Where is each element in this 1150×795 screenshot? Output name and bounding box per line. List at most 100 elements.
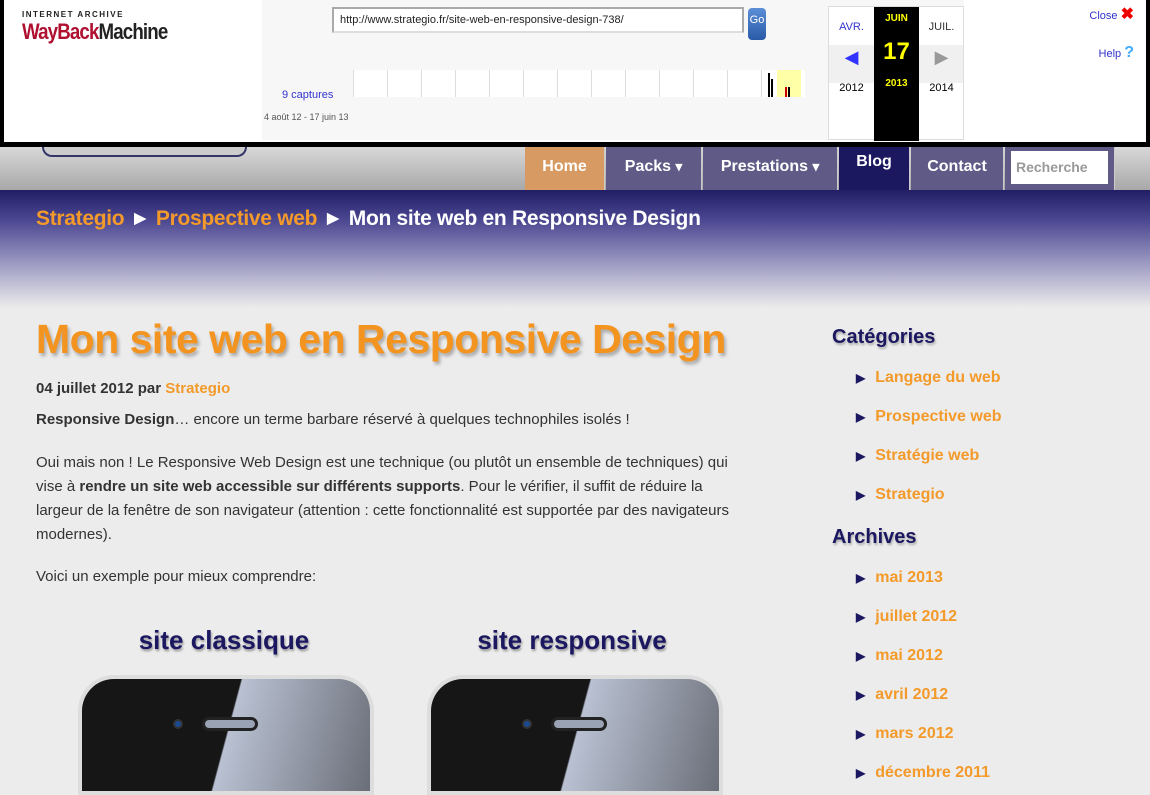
captures-link[interactable]: 9 captures xyxy=(282,89,333,101)
nav-prestations-label: Prestations xyxy=(720,158,808,175)
sidebar-archive-link[interactable]: ▶ juillet 2012 xyxy=(856,608,957,626)
post-date: 04 juillet 2012 par xyxy=(36,380,162,397)
logo-text-b: Machine xyxy=(98,19,169,44)
capture-bar[interactable] xyxy=(768,73,770,97)
arrow-right-icon: ▶ xyxy=(856,688,866,702)
month-divider xyxy=(557,70,558,97)
month-divider xyxy=(693,70,694,97)
arrow-right-icon: ▶ xyxy=(856,410,866,424)
sidebar-category-link[interactable]: ▶ Stratégie web xyxy=(856,447,979,465)
close-button[interactable]: Close ✖ xyxy=(1089,4,1134,24)
sidebar-link-label: décembre 2011 xyxy=(875,764,990,781)
search-input[interactable]: Recherche xyxy=(1011,151,1108,184)
logo-text: INTERNET ARCHIVE xyxy=(22,10,124,19)
author-link[interactable]: Strategio xyxy=(165,380,230,397)
phone-responsive-image xyxy=(427,675,723,795)
sidebar-link-label: Prospective web xyxy=(875,408,1002,425)
sidebar-link-label: Strategio xyxy=(875,486,945,503)
sidebar-link-label: Langage du web xyxy=(875,369,1001,386)
camera-icon xyxy=(173,719,183,729)
chevron-down-icon: ▾ xyxy=(675,159,683,174)
logo-bubble xyxy=(42,147,247,157)
breadcrumb-category[interactable]: Prospective web xyxy=(156,207,318,230)
url-input[interactable]: http://www.strategio.fr/site-web-en-resp… xyxy=(332,7,744,33)
sidebar-archive-link[interactable]: ▶ mai 2012 xyxy=(856,647,943,665)
nav-prestations[interactable]: Prestations ▾ xyxy=(703,147,838,190)
sidebar-archive-link[interactable]: ▶ avril 2012 xyxy=(856,686,948,704)
next-year[interactable]: 2014 xyxy=(919,82,964,94)
logo-text-a: WayBack xyxy=(22,19,99,44)
close-icon: ✖ xyxy=(1120,6,1134,23)
month-divider xyxy=(659,70,660,97)
arrow-right-icon: ▶ xyxy=(856,571,866,585)
month-divider xyxy=(523,70,524,97)
help-button[interactable]: Help ? xyxy=(1099,44,1134,62)
calendar-nav: AVR. ◀ 2012 JUIN 17 2013 JUIL. ▶ 2014 xyxy=(828,6,964,141)
month-divider xyxy=(421,70,422,97)
current-year: 2013 xyxy=(885,78,908,89)
label-classic: site classique xyxy=(138,625,310,655)
phone-classic-image xyxy=(78,675,374,795)
prev-month[interactable]: AVR. xyxy=(829,21,874,33)
help-icon: ? xyxy=(1124,44,1134,61)
breadcrumb-current: Mon site web en Responsive Design xyxy=(348,207,701,230)
current-day: 17 xyxy=(883,38,910,65)
breadcrumb-home[interactable]: Strategio xyxy=(36,207,125,230)
sidebar-link-label: juillet 2012 xyxy=(875,608,958,625)
month-divider xyxy=(625,70,626,97)
capture-bar[interactable] xyxy=(788,87,790,97)
chevron-down-icon: ▾ xyxy=(812,159,820,174)
arrow-right-icon: ▶ xyxy=(856,371,866,385)
breadcrumb: Strategio ► Prospective web ► Mon site w… xyxy=(0,190,1150,308)
month-divider xyxy=(727,70,728,97)
camera-icon xyxy=(522,719,532,729)
prev-arrow-icon[interactable]: ◀ xyxy=(829,47,874,68)
speaker-icon xyxy=(551,717,607,731)
prev-year[interactable]: 2012 xyxy=(829,82,874,94)
wayback-toolbar: INTERNET ARCHIVE WayBackMachine http://ww… xyxy=(0,0,1150,147)
sidebar-link-label: mars 2012 xyxy=(875,725,954,742)
paragraph-2: Oui mais non ! Le Responsive Web Design … xyxy=(36,451,736,547)
sidebar-category-link[interactable]: ▶ Langage du web xyxy=(856,369,1001,387)
month-divider xyxy=(761,70,762,97)
sidebar-category-link[interactable]: ▶ Strategio xyxy=(856,486,945,504)
current-month: JUIN xyxy=(885,13,908,24)
month-divider xyxy=(489,70,490,97)
sidebar-archive-link[interactable]: ▶ mai 2013 xyxy=(856,569,943,587)
nav-packs-label: Packs xyxy=(624,158,672,175)
capture-range: 4 août 12 - 17 juin 13 xyxy=(264,112,349,122)
speaker-icon xyxy=(202,717,258,731)
go-button[interactable]: Go xyxy=(748,8,766,40)
month-divider xyxy=(455,70,456,97)
month-divider xyxy=(353,70,354,97)
paragraph-1: Responsive Design… encore un terme barba… xyxy=(36,408,736,432)
next-month: JUIL. xyxy=(928,21,955,33)
arrow-right-icon: ▶ xyxy=(856,766,866,780)
arrow-right-icon: ▶ xyxy=(856,449,866,463)
paragraph-3: Voici un exemple pour mieux comprendre: xyxy=(36,568,317,585)
breadcrumb-separator: ► xyxy=(322,207,344,230)
wayback-logo[interactable]: INTERNET ARCHIVE WayBackMachine xyxy=(22,10,193,45)
arrow-right-icon: ▶ xyxy=(856,488,866,502)
capture-bar[interactable] xyxy=(785,87,787,97)
capture-sparkline[interactable] xyxy=(353,70,805,97)
arrow-right-icon: ▶ xyxy=(856,610,866,624)
arrow-right-icon: ▶ xyxy=(856,727,866,741)
month-divider xyxy=(387,70,388,97)
nav-home[interactable]: Home xyxy=(525,147,605,190)
nav-blog[interactable]: Blog xyxy=(839,147,910,190)
sidebar-link-label: mai 2012 xyxy=(875,647,943,664)
archives-heading: Archives xyxy=(832,526,917,548)
nav-contact[interactable]: Contact xyxy=(911,147,1004,190)
next-arrow-icon: ▶ xyxy=(934,47,949,67)
nav-packs[interactable]: Packs ▾ xyxy=(606,147,702,190)
sidebar-category-link[interactable]: ▶ Prospective web xyxy=(856,408,1002,426)
sidebar-link-label: Stratégie web xyxy=(875,447,980,464)
page-title: Mon site web en Responsive Design xyxy=(36,316,726,362)
p1-bold: Responsive Design xyxy=(36,411,175,428)
sidebar-archive-link[interactable]: ▶ décembre 2011 xyxy=(856,764,990,782)
p1-text: … encore un terme barbare réservé à quel… xyxy=(174,411,630,428)
close-label: Close xyxy=(1089,10,1118,22)
sidebar-archive-link[interactable]: ▶ mars 2012 xyxy=(856,725,954,743)
capture-bar[interactable] xyxy=(771,79,773,97)
